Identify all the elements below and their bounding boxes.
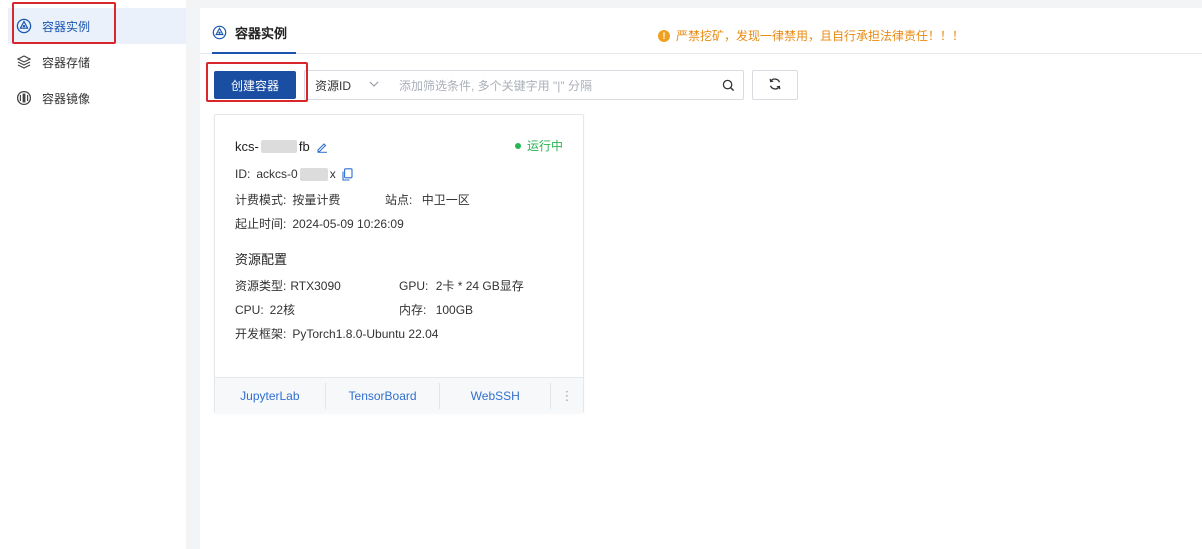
status-text: 运行中 — [526, 139, 563, 153]
sidebar-item-label: 容器镜像 — [42, 91, 91, 106]
search-input[interactable]: 添加筛选条件, 多个关键字用 "|" 分隔 — [399, 77, 713, 94]
sidebar-item-label: 容器存储 — [42, 55, 91, 70]
warning-text: 严禁挖矿，发现一律禁用，且自行承担法律责任！！！ — [676, 29, 965, 43]
tab-active-indicator — [212, 52, 296, 54]
storage-icon — [16, 54, 32, 70]
cpu-value: 22核 — [269, 303, 296, 317]
tab-label: 容器实例 — [235, 25, 288, 41]
instance-name: kcs- fb — [235, 139, 328, 154]
instance-card: kcs- fb 运行中 ID: ackcs-0 x 计费模式: 按量计费 站点: — [214, 114, 584, 413]
instance-name-prefix: kcs- — [235, 139, 259, 154]
site-row: 站点: 中卫一区 — [385, 191, 470, 208]
gpu-label: GPU: — [399, 279, 429, 293]
card-actions: JupyterLab TensorBoard WebSSH ⋮ — [215, 377, 583, 413]
refresh-icon — [768, 77, 782, 94]
tab-bar: 容器实例 ! 严禁挖矿，发现一律禁用，且自行承担法律责任！！！ — [200, 8, 1202, 54]
warning-notice: ! 严禁挖矿，发现一律禁用，且自行承担法律责任！！！ — [658, 27, 964, 44]
instance-icon — [212, 25, 227, 40]
framework-row: 开发框架: PyTorch1.8.0-Ubuntu 22.04 — [235, 325, 438, 342]
warning-icon: ! — [658, 29, 670, 42]
gpu-value: 2卡 * 24 GB显存 — [435, 279, 524, 293]
edit-icon[interactable] — [316, 141, 328, 153]
status-dot-icon — [514, 142, 521, 149]
sidebar: 容器实例 容器存储 容器镜像 — [0, 0, 186, 549]
cpu-row: CPU: 22核 — [235, 301, 295, 318]
time-row: 起止时间: 2024-05-09 10:26:09 — [235, 215, 404, 232]
framework-value: PyTorch1.8.0-Ubuntu 22.04 — [292, 326, 439, 341]
chevron-down-icon — [369, 80, 379, 91]
highlight-box-sidebar — [12, 2, 116, 44]
tensorboard-link[interactable]: TensorBoard — [326, 378, 440, 414]
search-filter: 资源ID 添加筛选条件, 多个关键字用 "|" 分隔 — [304, 70, 744, 100]
jupyterlab-link[interactable]: JupyterLab — [215, 378, 325, 414]
sidebar-item-container-storage[interactable]: 容器存储 — [8, 44, 186, 80]
memory-label: 内存: — [399, 303, 427, 317]
resource-type-value: RTX3090 — [290, 278, 341, 293]
resource-type-row: 资源类型: RTX3090 — [235, 277, 341, 294]
redaction-mask — [260, 140, 297, 153]
highlight-box-create — [206, 62, 308, 102]
billing-row: 计费模式: 按量计费 — [235, 191, 340, 208]
sidebar-item-container-image[interactable]: 容器镜像 — [8, 80, 186, 116]
time-label: 起止时间: — [235, 217, 287, 231]
billing-value: 按量计费 — [292, 193, 341, 207]
filter-key-select[interactable]: 资源ID — [305, 77, 399, 94]
image-icon — [16, 90, 32, 106]
instance-name-suffix: fb — [298, 139, 310, 154]
search-icon[interactable] — [713, 79, 743, 92]
id-value-prefix: ackcs-0 — [256, 167, 298, 181]
site-label: 站点: — [385, 193, 413, 207]
resource-section-title: 资源配置 — [235, 252, 288, 267]
resource-type-label: 资源类型: — [235, 279, 287, 293]
instance-id-row: ID: ackcs-0 x — [235, 167, 353, 181]
filter-key-label: 资源ID — [315, 78, 352, 93]
refresh-button[interactable] — [752, 70, 798, 100]
id-value-suffix: x — [329, 167, 336, 181]
redaction-mask — [299, 167, 328, 181]
more-actions-icon[interactable]: ⋮ — [551, 378, 583, 414]
billing-label: 计费模式: — [235, 193, 287, 207]
framework-label: 开发框架: — [235, 327, 287, 341]
gpu-row: GPU: 2卡 * 24 GB显存 — [399, 277, 524, 294]
status-badge: 运行中 — [514, 137, 563, 154]
tab-container-instance[interactable]: 容器实例 — [212, 20, 287, 44]
site-value: 中卫一区 — [421, 193, 470, 207]
memory-value: 100GB — [435, 303, 474, 317]
time-value: 2024-05-09 10:26:09 — [292, 216, 404, 231]
memory-row: 内存: 100GB — [399, 301, 473, 318]
webssh-link[interactable]: WebSSH — [440, 378, 550, 414]
main-panel: 容器实例 ! 严禁挖矿，发现一律禁用，且自行承担法律责任！！！ 创建容器 资源I… — [200, 8, 1202, 549]
id-label: ID: — [235, 167, 251, 181]
cpu-label: CPU: — [235, 302, 264, 317]
copy-icon[interactable] — [342, 167, 353, 181]
